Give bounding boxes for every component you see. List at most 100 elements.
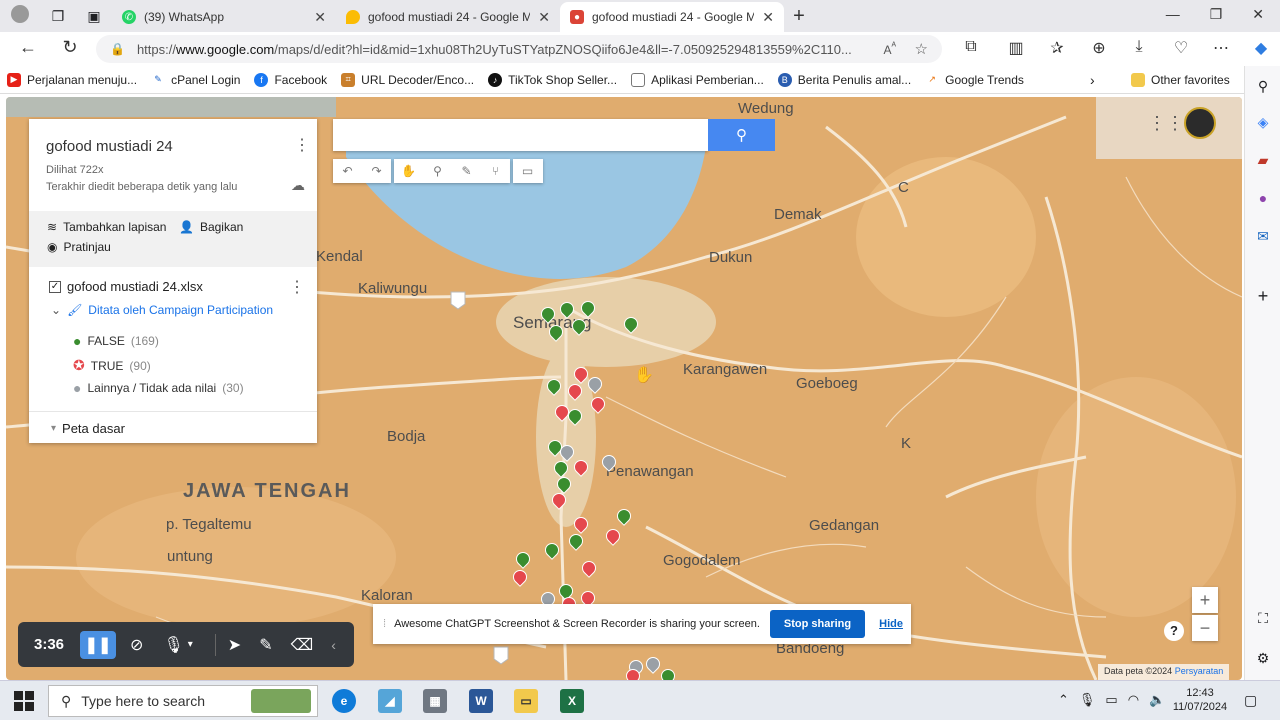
restore-icon[interactable]: ❐: [1210, 6, 1223, 23]
help-icon[interactable]: ?: [1164, 621, 1184, 641]
style-link[interactable]: ⌄ 🖌 Ditata oleh Campaign Participation: [51, 303, 273, 317]
pause-button[interactable]: ❚❚: [80, 630, 117, 659]
map-search-input[interactable]: [333, 119, 708, 151]
notifications-icon[interactable]: ▢: [1244, 692, 1257, 709]
hide-link[interactable]: Hide: [879, 618, 903, 630]
profile-icon[interactable]: [0, 4, 40, 28]
terms-link[interactable]: Persyaratan: [1175, 666, 1224, 676]
layer-header[interactable]: ✓ gofood mustiadi 24.xlsx: [49, 279, 203, 294]
zoom-in-button[interactable]: +: [1192, 587, 1218, 613]
calculator-icon[interactable]: ▦: [423, 689, 447, 713]
map-title[interactable]: gofood mustiadi 24: [46, 138, 173, 155]
split-screen-icon[interactable]: ▥: [1005, 38, 1027, 58]
pointer-icon[interactable]: ➤: [228, 635, 241, 655]
layer-name[interactable]: gofood mustiadi 24.xlsx: [67, 279, 203, 294]
close-icon[interactable]: ✕: [762, 9, 774, 26]
legend-item-false[interactable]: ● FALSE (169): [73, 333, 159, 349]
collections-icon[interactable]: ❐: [40, 8, 76, 25]
favorite-star-icon[interactable]: ☆: [915, 40, 928, 58]
mic-dropdown-icon[interactable]: ▾: [188, 639, 193, 650]
favorites-icon[interactable]: ✰: [1046, 38, 1068, 58]
tab-actions-icon[interactable]: ▣: [76, 8, 112, 25]
volume-icon[interactable]: 🔈: [1149, 692, 1165, 708]
windows-start-icon[interactable]: [14, 691, 34, 711]
add-marker-icon[interactable]: ⚲: [423, 159, 452, 183]
chevron-down-icon[interactable]: ⌄: [51, 303, 61, 317]
bookmark-item[interactable]: B Berita Penulis amal...: [771, 72, 918, 87]
chevron-right-icon[interactable]: ›: [1090, 72, 1095, 88]
directions-icon[interactable]: ⑂: [481, 159, 510, 183]
outlook-icon[interactable]: ✉: [1253, 228, 1273, 248]
taskbar-search[interactable]: ⚲ Type here to search: [48, 685, 318, 717]
minimize-icon[interactable]: —: [1166, 6, 1180, 23]
excel-icon[interactable]: X: [560, 689, 584, 713]
bookmark-item[interactable]: ⌗ URL Decoder/Enco...: [334, 72, 481, 87]
ruler-icon[interactable]: ▭: [513, 159, 542, 183]
bookmark-item[interactable]: ↗ Google Trends: [918, 72, 1031, 87]
bookmark-item[interactable]: f Facebook: [247, 72, 334, 87]
refresh-icon[interactable]: ↻: [52, 37, 88, 58]
wifi-icon[interactable]: ◠: [1128, 692, 1139, 708]
clock[interactable]: 12:43 11/07/2024: [1172, 686, 1228, 714]
preview-button[interactable]: ◉ Pratinjau: [47, 240, 111, 254]
app-icon[interactable]: ◢: [378, 689, 402, 713]
camera-off-icon[interactable]: ⊘: [130, 635, 143, 655]
zoom-out-button[interactable]: −: [1192, 615, 1218, 641]
edge-icon[interactable]: e: [332, 689, 356, 713]
extensions-icon[interactable]: ⧉: [960, 38, 982, 56]
layer-visibility-checkbox[interactable]: ✓: [49, 280, 61, 293]
other-favorites[interactable]: Other favorites: [1124, 72, 1237, 87]
add-layer-button[interactable]: ≋ Tambahkan lapisan: [47, 220, 166, 234]
base-map-toggle[interactable]: ▾ Peta dasar: [51, 421, 125, 436]
search-icon[interactable]: ⚲: [1253, 78, 1273, 98]
more-vert-icon[interactable]: ⋮: [294, 135, 310, 155]
add-icon[interactable]: +: [1253, 286, 1273, 306]
copilot-icon[interactable]: ◆: [1250, 38, 1272, 58]
tools-briefcase-icon[interactable]: ▰: [1253, 152, 1273, 172]
bookmark-item[interactable]: Aplikasi Pemberian...: [624, 72, 771, 87]
word-icon[interactable]: W: [469, 689, 493, 713]
tab-google-maps[interactable]: gofood mustiadi 24 - Google Ma ✕: [336, 2, 560, 32]
pen-icon[interactable]: ✎: [259, 635, 272, 655]
pan-hand-icon[interactable]: ✋: [394, 159, 423, 183]
draw-line-icon[interactable]: ✎: [452, 159, 481, 183]
search-button[interactable]: ⚲: [708, 119, 775, 151]
map-canvas[interactable]: Wedung Demak Kendal Dukun Kaliwungu Semarang K…: [6, 97, 1242, 680]
undo-icon[interactable]: ↶: [333, 159, 362, 183]
microphone-icon[interactable]: 🎙: [1079, 692, 1096, 708]
stop-sharing-button[interactable]: Stop sharing: [769, 610, 866, 638]
back-icon[interactable]: ←: [10, 37, 46, 58]
file-explorer-icon[interactable]: ▭: [514, 689, 538, 713]
close-icon[interactable]: ✕: [538, 9, 550, 26]
tab-google-my-maps[interactable]: ● gofood mustiadi 24 - Google My ✕: [560, 2, 784, 32]
collections-icon[interactable]: ⊕: [1088, 38, 1110, 58]
read-aloud-icon[interactable]: Aᴬ: [883, 41, 896, 57]
close-icon[interactable]: ✕: [314, 9, 326, 26]
tab-whatsapp[interactable]: ✆ (39) WhatsApp ✕: [112, 2, 336, 32]
layer-options-icon[interactable]: ⋮: [289, 277, 305, 297]
settings-gear-icon[interactable]: ⚙: [1253, 650, 1273, 670]
new-tab-button[interactable]: +: [784, 5, 814, 28]
bookmark-item[interactable]: ♪ TikTok Shop Seller...: [481, 72, 624, 87]
avatar[interactable]: [1184, 107, 1216, 139]
games-icon[interactable]: ●: [1253, 190, 1273, 210]
bookmark-item[interactable]: ✎ cPanel Login: [144, 72, 247, 87]
address-bar[interactable]: 🔒 https://www.google.com/maps/d/edit?hl=…: [96, 35, 942, 63]
close-window-icon[interactable]: ✕: [1252, 6, 1264, 23]
downloads-icon[interactable]: ⤓: [1128, 38, 1150, 56]
browser-essentials-icon[interactable]: ♡: [1170, 38, 1192, 58]
shopping-tag-icon[interactable]: ◈: [1253, 114, 1273, 134]
collapse-icon[interactable]: ‹: [331, 637, 336, 653]
microphone-icon[interactable]: 🎙: [163, 635, 183, 655]
bookmark-item[interactable]: ▶ Perjalanan menuju...: [0, 72, 144, 87]
screenshot-icon[interactable]: ⛶: [1253, 610, 1273, 630]
display-icon[interactable]: ▭: [1105, 692, 1117, 708]
drag-handle-icon[interactable]: ⁞: [383, 618, 386, 630]
show-hidden-icons-icon[interactable]: ⌃: [1058, 692, 1069, 708]
legend-item-other[interactable]: ● Lainnya / Tidak ada nilai (30): [73, 380, 244, 396]
redo-icon[interactable]: ↷: [362, 159, 391, 183]
more-menu-icon[interactable]: ⋯: [1210, 38, 1232, 58]
legend-item-true[interactable]: ✪ TRUE (90): [73, 357, 151, 374]
eraser-icon[interactable]: ⌫: [291, 635, 314, 655]
share-button[interactable]: 👤 Bagikan: [179, 220, 243, 234]
